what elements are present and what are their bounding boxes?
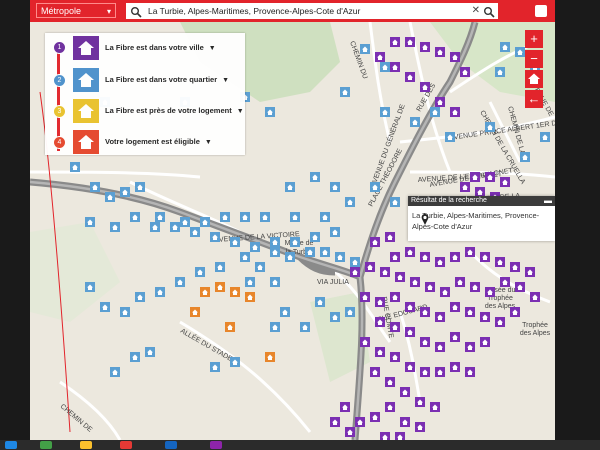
legend-step-4: 4: [53, 136, 66, 149]
region-select[interactable]: Métropole ▾: [36, 3, 116, 18]
taskbar-app-icon[interactable]: [120, 441, 132, 449]
legend-item-city[interactable]: La Fibre est dans votre ville ▼: [105, 43, 216, 52]
legend-swatch-2: [73, 68, 99, 92]
taskbar-app-icon[interactable]: [80, 441, 92, 449]
legend-step-number: 3: [57, 108, 62, 115]
taskbar-app-icon[interactable]: [40, 441, 52, 449]
os-taskbar: [0, 440, 600, 450]
legend-item-eligible[interactable]: Votre logement est éligible ▼: [105, 137, 212, 146]
caret-down-icon[interactable]: ▼: [222, 77, 229, 84]
window-control-icon[interactable]: [535, 5, 547, 17]
location-pin-icon: [421, 214, 429, 225]
top-bar: Métropole ▾ La Turbie, Alpes-Maritimes, …: [30, 0, 555, 22]
caret-down-icon[interactable]: ▼: [237, 108, 244, 115]
zoom-out-button[interactable]: −: [525, 50, 543, 68]
screen: AVENUE DE LA VICTOIRE AVENUE PRINCE ALBE…: [30, 0, 555, 440]
street-label: CHEMIN DE: [59, 403, 94, 434]
search-submit-icon[interactable]: [483, 5, 495, 18]
poi-label-trophee-2: des Alpes: [520, 330, 551, 337]
result-title: Résultat de la recherche: [411, 197, 487, 204]
legend-swatch-1: [73, 36, 99, 60]
legend-item-neighborhood[interactable]: La Fibre est dans votre quartier ▼: [105, 75, 229, 84]
search-result-popup: Résultat de la recherche ▬ La Turbie, Al…: [408, 196, 555, 241]
region-select-label: Métropole: [41, 6, 82, 16]
legend-step-3: 3: [53, 105, 66, 118]
legend-step-number: 1: [57, 44, 62, 51]
taskbar-app-icon[interactable]: [165, 441, 177, 449]
home-icon: [528, 73, 540, 84]
result-header: Résultat de la recherche ▬: [408, 196, 555, 206]
legend-label: Votre logement est éligible: [105, 137, 200, 146]
legend-swatch-3: [73, 99, 99, 123]
taskbar-app-icon[interactable]: [5, 441, 17, 449]
search-value: La Turbie, Alpes-Maritimes, Provence-Alp…: [148, 6, 361, 16]
legend-step-2: 2: [53, 74, 66, 87]
poi-label-trophee: Trophée: [522, 322, 548, 329]
legend-label: La Fibre est près de votre logement: [105, 106, 232, 115]
chevron-down-icon: ▾: [106, 7, 111, 16]
legend-panel: 1 2 3 4 La Fibre est dans votre ville ▼ L…: [45, 33, 245, 155]
search-input[interactable]: La Turbie, Alpes-Maritimes, Provence-Alp…: [126, 3, 498, 19]
taskbar-app-icon[interactable]: [210, 441, 222, 449]
search-icon: [130, 5, 142, 18]
caret-down-icon[interactable]: ▼: [209, 45, 216, 52]
legend-step-1: 1: [53, 41, 66, 54]
legend-label: La Fibre est dans votre quartier: [105, 75, 218, 84]
caret-down-icon[interactable]: ▼: [205, 139, 212, 146]
street-label: VIA JULIA: [317, 279, 349, 286]
legend-swatch-4: [73, 130, 99, 154]
clear-search-button[interactable]: ✕: [472, 3, 480, 19]
result-text: La Turbie, Alpes-Maritimes, Provence-Alp…: [412, 211, 540, 231]
zoom-in-button[interactable]: +: [525, 30, 543, 48]
home-button[interactable]: [525, 70, 543, 88]
legend-step-number: 2: [57, 77, 62, 84]
minimize-button[interactable]: ▬: [544, 196, 552, 205]
legend-step-number: 4: [57, 139, 62, 146]
legend-label: La Fibre est dans votre ville: [105, 43, 204, 52]
back-button[interactable]: ←: [525, 90, 543, 108]
legend-item-nearby[interactable]: La Fibre est près de votre logement ▼: [105, 106, 244, 115]
